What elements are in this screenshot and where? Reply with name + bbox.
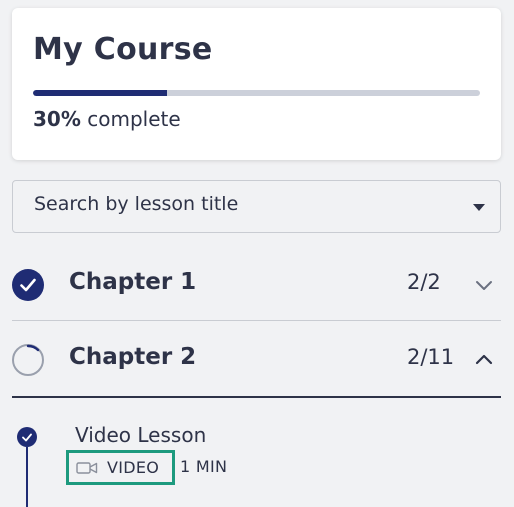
lesson-search-select[interactable]: Search by lesson title [12, 180, 501, 233]
course-progress-text: 30% complete [33, 107, 181, 131]
course-title: My Course [33, 32, 213, 67]
chapter-expanded-divider [12, 396, 501, 398]
video-camera-icon [76, 462, 98, 474]
lesson-search-label: Search by lesson title [34, 193, 239, 215]
chapter-divider [12, 320, 501, 321]
course-progress-fill [33, 90, 168, 96]
lesson-type-label: VIDEO [107, 458, 160, 477]
chapter-progress-count: 2/11 [407, 345, 455, 369]
chapter-progress-count: 2/2 [407, 270, 441, 294]
course-progress-suffix: complete [87, 107, 181, 131]
chapter-row-1[interactable]: Chapter 1 2/2 [12, 257, 501, 313]
lesson-type-badge: VIDEO [66, 450, 175, 485]
chevron-down-icon[interactable] [474, 275, 494, 299]
chevron-up-icon[interactable] [474, 350, 494, 374]
lesson-duration: 1 MIN [180, 457, 228, 476]
course-progress-bar [33, 90, 480, 96]
course-card: My Course 30% complete [12, 8, 501, 160]
chapter-title: Chapter 1 [69, 269, 197, 295]
caret-down-icon [473, 204, 485, 211]
partial-progress-icon [12, 344, 44, 376]
lesson-timeline [26, 447, 28, 507]
lesson-complete-icon [17, 427, 37, 447]
course-progress-percent: 30% [33, 107, 81, 131]
chapter-title: Chapter 2 [69, 344, 197, 370]
chapter-row-2[interactable]: Chapter 2 2/11 [12, 332, 501, 388]
lesson-title[interactable]: Video Lesson [75, 423, 206, 447]
check-circle-icon [12, 269, 44, 301]
